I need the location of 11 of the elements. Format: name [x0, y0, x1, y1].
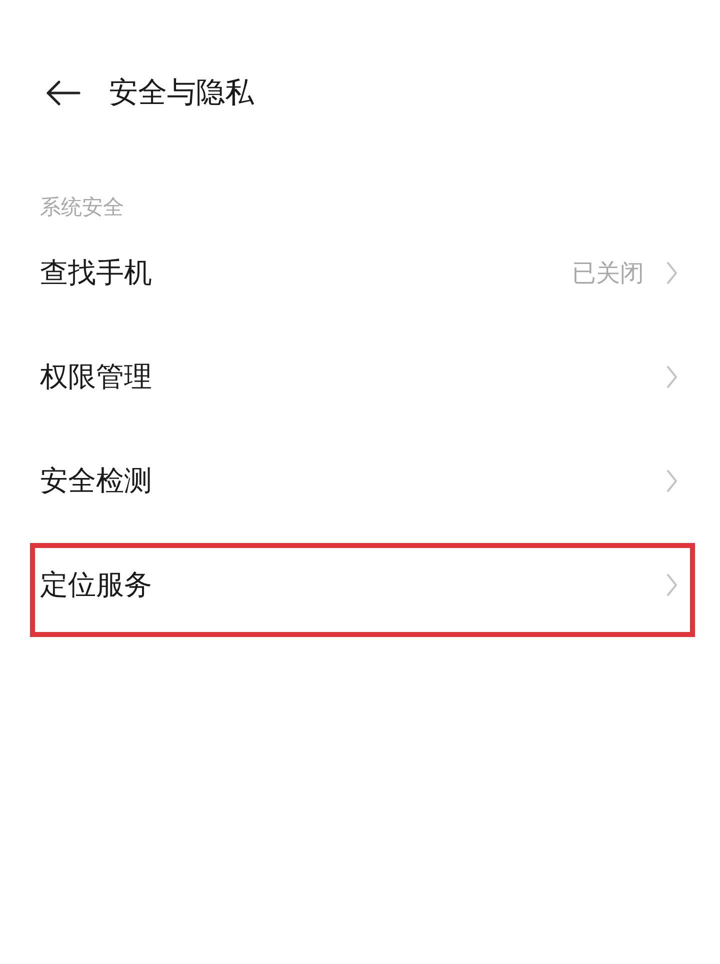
chevron-icon	[666, 469, 678, 493]
settings-item[interactable]: 查找手机 已关闭	[0, 221, 720, 325]
chevron-icon	[666, 261, 678, 285]
settings-item[interactable]: 安全检测	[0, 429, 720, 533]
back-icon[interactable]	[45, 79, 81, 107]
page-title: 安全与隐私	[109, 74, 254, 111]
chevron-icon	[666, 365, 678, 389]
settings-item[interactable]: 权限管理	[0, 325, 720, 429]
chevron-icon	[666, 573, 678, 597]
section-label: 系统安全	[39, 194, 125, 221]
settings-item[interactable]: 定位服务	[0, 533, 720, 637]
